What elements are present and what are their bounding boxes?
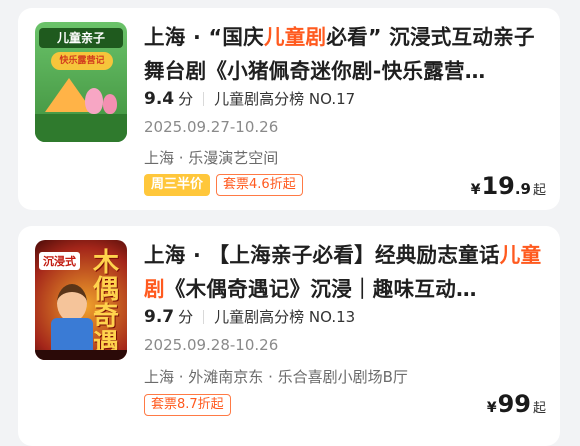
score-unit: 分 [178,90,194,108]
price-currency: ¥ [470,182,481,198]
price-suffix: 起 [532,401,546,416]
rating-row: 9.7 分 儿童剧高分榜 NO.13 [144,306,355,327]
promo-badge: 周三半价 [144,174,211,196]
tag-list: 套票8.7折起 [144,394,231,416]
puppet-illustration [57,284,87,322]
discount-badge: 套票8.7折起 [144,394,231,416]
score-value: 9.4 [144,88,175,109]
price-decimal: .9 [514,180,531,198]
grass-illustration [35,114,127,142]
poster-tag: 儿童亲子 [39,28,123,48]
title-text: 上海 · 【上海亲子必看】经典励志童话 [144,243,500,267]
poster-footer [35,350,127,360]
show-poster[interactable]: 沉浸式 木偶奇遇记 [35,240,127,360]
tag-list: 周三半价 套票4.6折起 [144,174,303,196]
price-currency: ¥ [486,400,497,416]
discount-badge: 套票4.6折起 [216,174,303,196]
show-card[interactable]: 儿童亲子 快乐露营记 上海 · “国庆儿童剧必看” 沉浸式互动亲子舞台剧《小猪佩… [18,8,560,210]
price: ¥ 99 起 [487,390,546,418]
show-card[interactable]: 沉浸式 木偶奇遇记 上海 · 【上海亲子必看】经典励志童话儿童剧《木偶奇遇记》沉… [18,226,560,446]
puppet-illustration [51,318,93,352]
poster-banner: 快乐露营记 [51,52,113,70]
poster-tag: 沉浸式 [39,252,80,270]
title-highlight: 儿童剧 [263,25,327,49]
score-value: 9.7 [144,306,175,327]
show-venue: 上海 · 乐漫演艺空间 [144,149,279,167]
poster-title: 木偶奇遇记 [92,248,119,361]
show-title[interactable]: 上海 · 【上海亲子必看】经典励志童话儿童剧《木偶奇遇记》沉浸｜趣味互动… [144,238,546,306]
title-text: 上海 · “国庆 [144,25,264,49]
pig-illustration [103,94,117,114]
divider [203,91,205,106]
price-suffix: 起 [532,183,546,198]
price-integer: 99 [497,390,531,418]
price-integer: 19 [481,172,515,200]
show-date: 2025.09.28-10.26 [144,336,279,354]
show-date: 2025.09.27-10.26 [144,118,279,136]
price: ¥ 19 .9 起 [471,172,546,200]
divider [203,309,205,324]
rank-link[interactable]: 儿童剧高分榜 NO.17 [214,88,355,109]
title-text: 《木偶奇遇记》沉浸｜趣味互动… [164,277,477,301]
show-title[interactable]: 上海 · “国庆儿童剧必看” 沉浸式互动亲子舞台剧《小猪佩奇迷你剧-快乐露营… [144,20,546,88]
show-venue: 上海 · 外滩南京东 · 乐合喜剧小剧场B厅 [144,368,408,386]
show-poster[interactable]: 儿童亲子 快乐露营记 [35,22,127,142]
rating-row: 9.4 分 儿童剧高分榜 NO.17 [144,88,355,109]
pig-illustration [85,88,103,114]
rank-link[interactable]: 儿童剧高分榜 NO.13 [214,306,355,327]
score-unit: 分 [178,308,194,326]
